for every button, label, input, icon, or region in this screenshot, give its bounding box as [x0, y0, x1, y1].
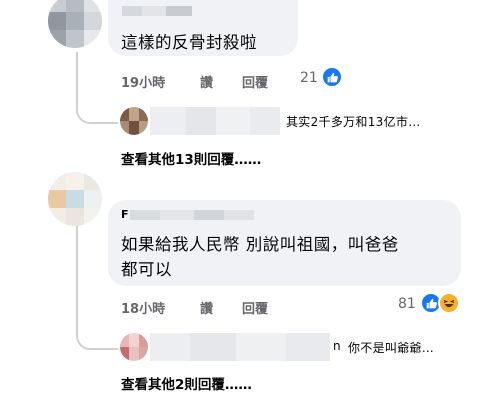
reply-name-blurred[interactable]	[150, 333, 330, 361]
commenter-name-fragment[interactable]: F	[121, 208, 129, 221]
like-button[interactable]: 讚	[200, 72, 213, 91]
reaction-count[interactable]: 81	[398, 296, 416, 312]
reply-button[interactable]: 回覆	[242, 72, 268, 91]
commenter-name-blurred[interactable]	[122, 6, 192, 16]
comment-text-line1: 如果給我人民幣 別說叫祖國，叫爸爸	[121, 235, 399, 254]
comment-text: 這樣的反骨封殺啦	[121, 33, 257, 52]
commenter-avatar[interactable]	[48, 172, 102, 226]
thumbs-up-icon[interactable]	[321, 66, 343, 88]
reply-preview-name-tail[interactable]: n	[333, 339, 341, 353]
reply-preview-text[interactable]: 你不是叫爺爺…	[348, 339, 434, 356]
reply-thread-line	[76, 52, 118, 124]
commenter-avatar[interactable]	[48, 0, 102, 48]
reply-name-blurred[interactable]	[150, 107, 280, 135]
reply-avatar[interactable]	[120, 333, 148, 361]
view-more-replies-link[interactable]: 查看其他13則回覆……	[121, 148, 261, 168]
reaction-count[interactable]: 21	[300, 70, 318, 86]
reply-avatar[interactable]	[120, 107, 148, 135]
comment-time[interactable]: 19小時	[121, 72, 165, 91]
comment-text-line2: 都可以	[121, 260, 172, 279]
reply-thread-line	[76, 226, 118, 350]
view-more-replies-link[interactable]: 查看其他2則回覆……	[121, 373, 252, 393]
reply-button[interactable]: 回覆	[242, 298, 268, 317]
comment-time[interactable]: 18小時	[121, 298, 165, 317]
commenter-name-blurred[interactable]	[130, 210, 254, 220]
haha-emoji-icon[interactable]	[438, 292, 460, 314]
reply-preview-text[interactable]: 其实2千多万和13亿市…	[286, 113, 421, 130]
like-button[interactable]: 讚	[200, 298, 213, 317]
